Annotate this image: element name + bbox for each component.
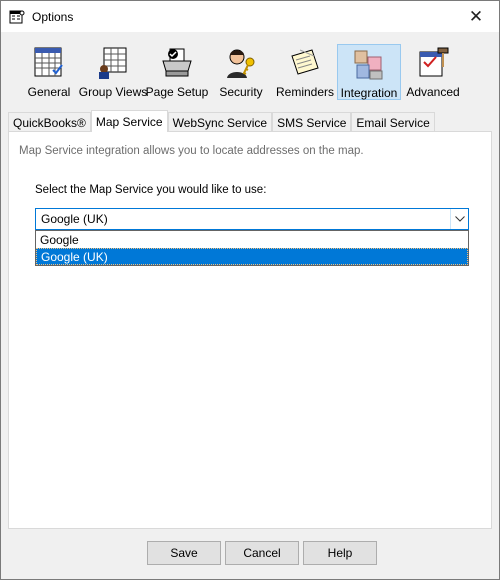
map-service-dropdown-list: Google Google (UK) xyxy=(35,230,469,266)
close-icon: ✕ xyxy=(468,6,484,26)
toolbar-security[interactable]: Security xyxy=(209,44,273,100)
toolbar-integration[interactable]: Integration xyxy=(337,44,401,100)
hammer-calendar-icon xyxy=(416,46,450,80)
toolbar-label: Page Setup xyxy=(145,85,209,99)
tab-email-service[interactable]: Email Service xyxy=(351,112,435,132)
title-bar: Options ✕ xyxy=(1,1,499,32)
grouped-calendar-icon xyxy=(96,46,130,80)
sticky-notes-icon xyxy=(288,46,322,80)
selected-value: Google (UK) xyxy=(41,212,108,226)
options-window: Options ✕ General Group Views Page Setup… xyxy=(0,0,500,580)
info-text: Map Service integration allows you to lo… xyxy=(19,145,364,157)
select-prompt-label: Select the Map Service you would like to… xyxy=(35,184,267,196)
option-google-uk[interactable]: Google (UK) xyxy=(36,248,468,265)
close-button[interactable]: ✕ xyxy=(453,1,499,32)
toolbar-group-views[interactable]: Group Views xyxy=(78,44,148,100)
calendar-grid-icon xyxy=(32,46,66,80)
tab-sms-service[interactable]: SMS Service xyxy=(272,112,352,132)
toolbar-label: Integration xyxy=(340,86,398,100)
toolbar-label: Security xyxy=(219,85,263,99)
map-service-panel: Map Service integration allows you to lo… xyxy=(8,131,492,529)
toolbar-label: Reminders xyxy=(275,85,335,99)
toolbar-advanced[interactable]: Advanced xyxy=(401,44,465,100)
options-toolbar: General Group Views Page Setup Security … xyxy=(1,32,499,106)
tab-websync-service[interactable]: WebSync Service xyxy=(167,112,273,132)
app-icon xyxy=(9,9,25,25)
options-tabs: QuickBooks® Map Service WebSync Service … xyxy=(8,110,435,132)
cancel-button[interactable]: Cancel xyxy=(225,541,299,565)
toolbar-label: Advanced xyxy=(406,85,460,99)
puzzle-blocks-icon xyxy=(352,47,386,81)
dialog-buttons: Save Cancel Help xyxy=(1,535,499,579)
tab-quickbooks[interactable]: QuickBooks® xyxy=(8,112,91,132)
toolbar-label: General xyxy=(27,85,71,99)
dropdown-button[interactable] xyxy=(450,209,468,229)
option-google[interactable]: Google xyxy=(36,231,468,248)
toolbar-label: Group Views xyxy=(78,85,148,99)
toolbar-reminders[interactable]: Reminders xyxy=(273,44,337,100)
user-key-icon xyxy=(224,46,258,80)
chevron-down-icon xyxy=(454,216,465,222)
map-service-select[interactable]: Google (UK) xyxy=(35,208,469,230)
tab-map-service[interactable]: Map Service xyxy=(90,110,168,132)
window-title: Options xyxy=(32,9,74,24)
printer-icon xyxy=(160,46,194,80)
save-button[interactable]: Save xyxy=(147,541,221,565)
toolbar-page-setup[interactable]: Page Setup xyxy=(145,44,209,100)
toolbar-general[interactable]: General xyxy=(17,44,81,100)
help-button[interactable]: Help xyxy=(303,541,377,565)
